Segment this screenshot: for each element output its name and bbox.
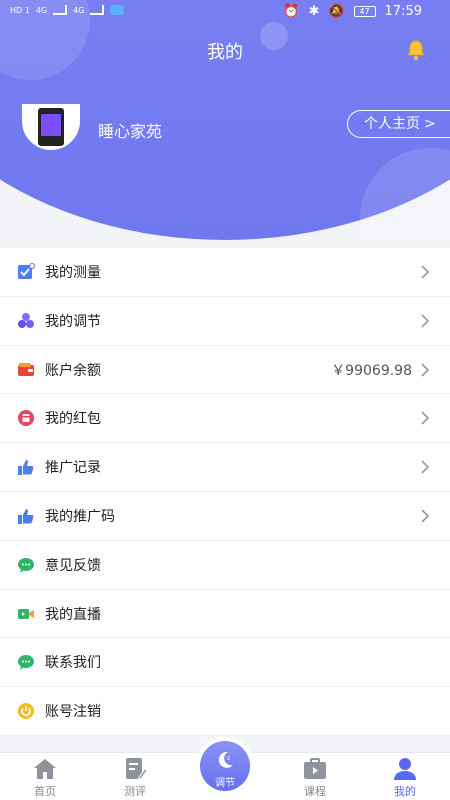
red-envelope-icon <box>18 410 34 427</box>
menu-item-label: 账户余额 <box>45 362 101 379</box>
menu-item-promotion-records[interactable]: 推广记录 <box>0 443 450 492</box>
tab-adjust[interactable]: z 调节 <box>196 737 254 795</box>
menu-item-label: 意见反馈 <box>45 557 101 574</box>
battery-icon: 47 <box>353 6 376 17</box>
username: 睡心家苑 <box>98 122 163 141</box>
menu-list: 我的测量 我的调节 账户余额 ￥99069.98 我的红包 推广记录 我的推广码… <box>0 248 450 736</box>
chat-icon <box>18 557 34 573</box>
clover-icon <box>18 312 34 328</box>
status-left: HD 1 4G 4G <box>10 5 125 15</box>
moon-icon: z <box>218 751 233 768</box>
profile-button[interactable]: 个人主页 > <box>347 110 450 138</box>
svg-text:z: z <box>227 755 230 762</box>
tab-assessment[interactable]: 测评 <box>95 753 175 800</box>
chevron-right-icon <box>421 460 430 474</box>
chevron-right-icon <box>421 265 430 279</box>
menu-item-feedback[interactable]: 意见反馈 <box>0 541 450 590</box>
menu-item-label: 我的直播 <box>45 606 101 623</box>
menu-item-measure[interactable]: 我的测量 <box>0 248 450 297</box>
menu-item-live[interactable]: 我的直播 <box>0 590 450 639</box>
tab-label: 调节 <box>215 778 235 789</box>
menu-item-balance[interactable]: 账户余额 ￥99069.98 <box>0 346 450 395</box>
menu-item-adjust[interactable]: 我的调节 <box>0 297 450 346</box>
chat-icon <box>18 655 34 670</box>
tab-label: 我的 <box>394 785 416 798</box>
profile-button-label: 个人主页 <box>364 116 420 132</box>
measure-icon <box>18 263 35 279</box>
course-icon <box>304 758 326 779</box>
chevron-right-icon <box>421 411 430 425</box>
menu-item-label: 推广记录 <box>45 460 101 477</box>
bell-icon[interactable] <box>404 38 428 62</box>
tab-label: 测评 <box>124 785 146 798</box>
cloud-icon <box>110 5 125 15</box>
chevron-right-icon: > <box>424 116 436 132</box>
status-right: ⏰ ✱ 🔕 47 17:59 <box>283 4 422 19</box>
sim-tag: HD 1 <box>10 5 30 15</box>
balance-value: ￥99069.98 <box>331 362 412 379</box>
menu-item-red-envelope[interactable]: 我的红包 <box>0 394 450 444</box>
menu-item-label: 我的调节 <box>45 313 101 330</box>
menu-item-promo-code[interactable]: 我的推广码 <box>0 492 450 541</box>
network-tag: 4G <box>73 5 85 15</box>
status-time: 17:59 <box>384 4 422 19</box>
menu-item-delete-account[interactable]: 账号注销 <box>0 687 450 736</box>
thumbs-up-icon <box>18 460 34 476</box>
power-icon <box>18 703 34 720</box>
status-bar: HD 1 4G 4G ⏰ ✱ 🔕 47 17:59 <box>0 0 450 26</box>
tab-label: 课程 <box>304 785 326 798</box>
menu-item-contact[interactable]: 联系我们 <box>0 638 450 688</box>
home-icon <box>34 759 56 779</box>
adjust-button: z 调节 <box>200 741 250 791</box>
thumbs-up-icon <box>18 508 34 524</box>
tab-mine[interactable]: 我的 <box>365 753 445 800</box>
signal-icon <box>90 5 105 15</box>
profile-header: HD 1 4G 4G ⏰ ✱ 🔕 47 17:59 我的 睡心家苑 个人主页 > <box>0 0 450 240</box>
alarm-icon: ⏰ <box>283 4 300 19</box>
chevron-right-icon <box>421 509 430 523</box>
chevron-right-icon <box>421 314 430 328</box>
signal-icon <box>53 5 68 15</box>
avatar-image <box>38 108 64 146</box>
menu-item-label: 我的红包 <box>45 411 101 428</box>
menu-item-label: 我的推广码 <box>45 508 115 525</box>
menu-item-label: 账号注销 <box>45 704 101 721</box>
chevron-right-icon <box>421 363 430 377</box>
assessment-icon <box>126 758 148 780</box>
tab-course[interactable]: 课程 <box>275 753 355 800</box>
wallet-icon <box>18 362 34 376</box>
menu-item-label: 联系我们 <box>45 655 101 672</box>
menu-item-label: 我的测量 <box>45 265 101 281</box>
bluetooth-icon: ✱ <box>308 4 320 19</box>
network-tag: 4G <box>35 5 48 15</box>
tab-home[interactable]: 首页 <box>5 753 85 800</box>
mute-icon: 🔕 <box>328 4 345 19</box>
user-icon <box>394 758 416 780</box>
tab-label: 首页 <box>34 785 56 798</box>
video-icon <box>18 608 34 619</box>
page-title: 我的 <box>207 42 243 63</box>
